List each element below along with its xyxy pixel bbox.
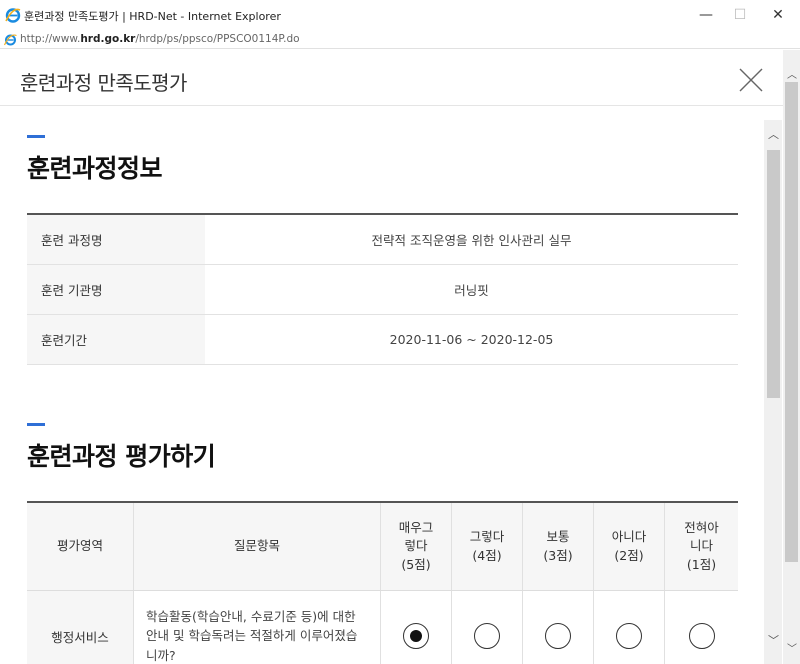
url-path: /hrdp/ps/ppsco/PPSCO0114P.do	[135, 33, 300, 45]
section-accent-bar	[27, 423, 45, 426]
score-4-radio[interactable]	[474, 623, 500, 649]
window-title-bar: 훈련과정 만족도평가 | HRD-Net - Internet Explorer…	[0, 0, 800, 30]
header-score-4-line1: 그렇다	[469, 529, 505, 545]
address-url[interactable]: http://www.hrd.go.kr/hrdp/ps/ppsco/PPSCO…	[20, 33, 300, 45]
header-score-5-line2: 렇다	[404, 538, 428, 554]
scroll-up-icon[interactable]: ︿	[787, 66, 797, 81]
table-row: 훈련 기관명 러닝핏	[27, 265, 738, 315]
header-score-3: 보통 (3점)	[523, 503, 594, 590]
header-score-4-line2: (4점)	[472, 547, 502, 563]
url-domain: hrd.go.kr	[80, 33, 136, 45]
score-4-cell	[452, 591, 523, 664]
score-5-radio[interactable]	[403, 623, 429, 649]
area-cell: 행정서비스	[27, 591, 134, 664]
score-2-cell	[594, 591, 665, 664]
period-value: 2020-11-06 ~ 2020-12-05	[389, 332, 554, 347]
evaluation-table-header: 평가영역 질문항목 매우그렇다 (5점) 그렇다 (4점) 보통 (3점) 아니다 (2…	[27, 503, 738, 591]
evaluation-title: 훈련과정 평가하기	[27, 442, 216, 471]
section-accent-bar	[27, 135, 45, 138]
question-cell: 학습활동(학습안내, 수료기준 등)에 대한 안내 및 학습독려는 적절하게 이…	[134, 591, 381, 664]
institution-label: 훈련 기관명	[27, 265, 205, 314]
content-scrollbar-thumb[interactable]	[767, 150, 780, 398]
header-score-3-line1: 보통	[546, 529, 570, 545]
content-scrollbar[interactable]: ︿ ﹀	[764, 120, 782, 664]
url-prefix: http://www.	[20, 33, 81, 45]
header-score-4: 그렇다 (4점)	[452, 503, 523, 590]
page-icon	[4, 34, 17, 46]
course-info-title: 훈련과정정보	[27, 154, 163, 183]
header-score-2-line2: (2점)	[614, 547, 644, 563]
score-1-cell	[665, 591, 738, 664]
header-question: 질문항목	[134, 503, 381, 590]
header-score-5-line3: (5점)	[401, 556, 431, 572]
header-area: 평가영역	[27, 503, 134, 590]
popup-header: 훈련과정 만족도평가	[0, 50, 783, 106]
internet-explorer-icon	[5, 8, 21, 23]
header-score-2-line1: 아니다	[611, 529, 647, 545]
course-name-value: 전략적 조직운영을 위한 인사관리 실무	[371, 233, 572, 248]
close-icon[interactable]	[738, 67, 764, 93]
page-scrollbar-thumb[interactable]	[785, 82, 798, 562]
header-score-5-line1: 매우그	[398, 520, 434, 536]
close-window-button[interactable]: ✕	[755, 0, 800, 30]
popup-content: 훈련과정정보 훈련 과정명 전략적 조직운영을 위한 인사관리 실무 훈련 기관…	[0, 107, 764, 664]
scroll-down-icon[interactable]: ﹀	[787, 640, 797, 655]
course-name-label: 훈련 과정명	[27, 215, 205, 264]
score-3-radio[interactable]	[545, 623, 571, 649]
table-row: 훈련기간 2020-11-06 ~ 2020-12-05	[27, 315, 738, 365]
score-5-cell	[381, 591, 452, 664]
address-bar[interactable]: http://www.hrd.go.kr/hrdp/ps/ppsco/PPSCO…	[0, 30, 800, 49]
header-score-1-line3: (1점)	[686, 556, 717, 572]
header-score-1-line2: 니다	[689, 538, 713, 554]
period-label: 훈련기간	[27, 315, 205, 364]
institution-value: 러닝핏	[454, 283, 489, 298]
header-score-2: 아니다 (2점)	[594, 503, 665, 590]
score-2-radio[interactable]	[616, 623, 642, 649]
header-score-1: 전혀아니다 (1점)	[665, 503, 738, 590]
table-row: 훈련 과정명 전략적 조직운영을 위한 인사관리 실무	[27, 215, 738, 265]
header-score-3-line2: (3점)	[543, 547, 573, 563]
header-score-1-line1: 전혀아	[684, 520, 719, 536]
header-score-5: 매우그렇다 (5점)	[381, 503, 452, 590]
score-1-radio[interactable]	[688, 623, 715, 649]
course-info-table: 훈련 과정명 전략적 조직운영을 위한 인사관리 실무 훈련 기관명 러닝핏 훈…	[27, 213, 738, 365]
table-row: 행정서비스 학습활동(학습안내, 수료기준 등)에 대한 안내 및 학습독려는 …	[27, 591, 738, 664]
content-scroll-down-icon[interactable]: ﹀	[768, 632, 779, 648]
evaluation-table: 평가영역 질문항목 매우그렇다 (5점) 그렇다 (4점) 보통 (3점) 아니다 (2…	[27, 501, 738, 664]
window-title: 훈련과정 만족도평가 | HRD-Net - Internet Explorer	[24, 10, 281, 23]
popup-title: 훈련과정 만족도평가	[20, 71, 187, 95]
content-scroll-up-icon[interactable]: ︿	[768, 126, 779, 142]
score-3-cell	[523, 591, 594, 664]
page-scrollbar[interactable]: ︿ ﹀	[783, 50, 800, 664]
